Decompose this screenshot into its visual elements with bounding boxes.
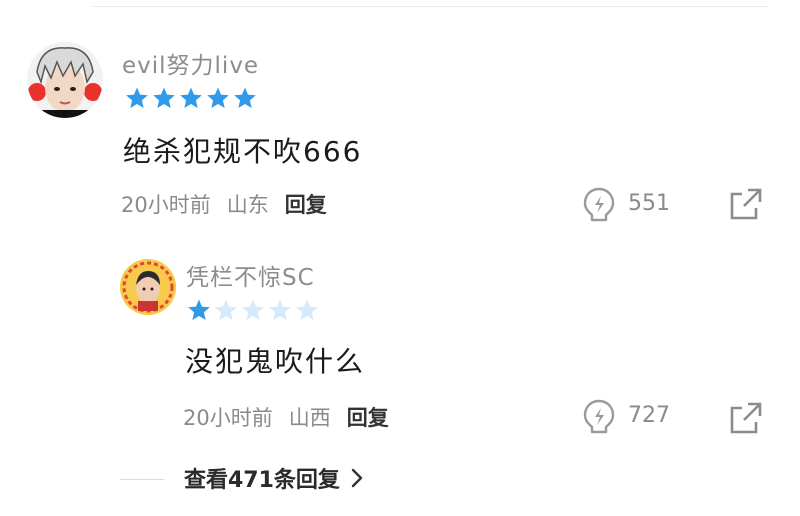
top-divider xyxy=(92,6,768,7)
share-icon[interactable] xyxy=(728,186,764,222)
star-icon xyxy=(269,299,291,320)
comment-time: 20小时前 xyxy=(121,193,211,217)
like-icon[interactable] xyxy=(582,186,616,224)
star-icon xyxy=(207,87,229,108)
star-icon xyxy=(242,299,264,320)
star-icon xyxy=(215,299,237,320)
reply-rating xyxy=(187,298,319,322)
reply-username[interactable]: 凭栏不惊SC xyxy=(186,258,315,292)
star-icon xyxy=(153,87,175,108)
view-replies-label: 查看471条回复 xyxy=(184,468,340,493)
star-icon xyxy=(188,299,210,320)
reply-share-icon[interactable] xyxy=(728,400,764,436)
comment-meta: 20小时前 山东 回复 xyxy=(121,189,327,219)
star-icon xyxy=(126,87,148,108)
reply-avatar[interactable] xyxy=(120,259,176,315)
reply-like-count: 727 xyxy=(628,403,670,428)
reply-meta: 20小时前 山西 回复 xyxy=(183,402,389,432)
star-icon xyxy=(180,87,202,108)
reply-text: 没犯鬼吹什么 xyxy=(185,345,366,378)
chevron-right-icon xyxy=(351,468,363,488)
star-icon xyxy=(296,299,318,320)
avatar[interactable] xyxy=(27,42,103,118)
comment-username[interactable]: evil努力live xyxy=(122,46,259,80)
comment-location: 山东 xyxy=(226,193,269,217)
reply-button[interactable]: 回复 xyxy=(285,189,327,219)
reply-time: 20小时前 xyxy=(183,406,273,430)
star-icon xyxy=(234,87,256,108)
comment-rating xyxy=(125,86,257,110)
reply-like-icon[interactable] xyxy=(582,398,616,436)
reply-location: 山西 xyxy=(288,406,331,430)
like-count: 551 xyxy=(628,191,670,216)
replies-divider xyxy=(120,479,164,480)
reply-reply-button[interactable]: 回复 xyxy=(347,402,389,432)
comment-text: 绝杀犯规不吹666 xyxy=(123,135,363,168)
view-replies-button[interactable]: 查看471条回复 xyxy=(184,462,364,494)
